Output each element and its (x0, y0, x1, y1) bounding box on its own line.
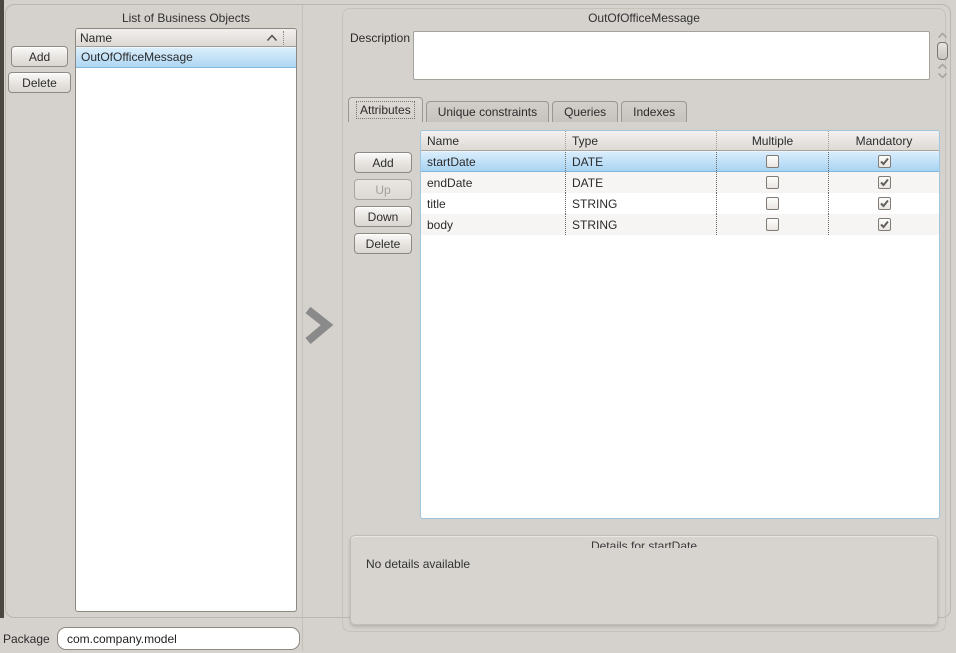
add-business-object-button[interactable]: Add (11, 46, 68, 67)
details-empty-message: No details available (366, 557, 470, 571)
attribute-name-cell: title (421, 193, 566, 214)
attribute-buttons: Add Up Down Delete (354, 152, 412, 254)
column-header-type[interactable]: Type (566, 131, 717, 150)
up-attribute-button[interactable]: Up (354, 179, 412, 200)
left-accent-strip (0, 0, 4, 618)
attributes-rows: startDateDATEendDateDATEtitleSTRINGbodyS… (421, 151, 939, 235)
attribute-type-cell: STRING (566, 214, 717, 235)
column-header-mandatory[interactable]: Mandatory (829, 131, 939, 150)
check-icon (879, 156, 890, 167)
header-separator (283, 31, 284, 45)
attribute-mandatory-cell (829, 172, 939, 193)
attribute-name-cell: body (421, 214, 566, 235)
attribute-row[interactable]: titleSTRING (421, 193, 939, 214)
attribute-mandatory-cell (829, 193, 939, 214)
down-attribute-button[interactable]: Down (354, 206, 412, 227)
business-objects-table-header[interactable]: Name (76, 29, 296, 47)
tab-label: Attributes (356, 101, 415, 119)
tab-indexes[interactable]: Indexes (621, 101, 687, 122)
attribute-row[interactable]: startDateDATE (421, 151, 939, 172)
check-icon (879, 219, 890, 230)
business-objects-table: Name OutOfOfficeMessage (75, 28, 297, 612)
attribute-type-cell: DATE (566, 172, 717, 193)
column-header-name[interactable]: Name (421, 131, 566, 150)
tab-label: Queries (560, 103, 610, 121)
tab-label: Unique constraints (434, 103, 541, 121)
business-object-editor: List of Business Objects Add Delete Name… (0, 0, 956, 653)
attribute-name-cell: endDate (421, 172, 566, 193)
mandatory-checkbox[interactable] (878, 197, 891, 210)
tab-queries[interactable]: Queries (552, 101, 618, 122)
attribute-multiple-cell (717, 152, 829, 171)
attributes-table: Name Type Multiple Mandatory startDateDA… (420, 130, 940, 519)
multiple-checkbox[interactable] (766, 197, 779, 210)
tab-label: Indexes (629, 103, 679, 121)
scrollbar-thumb[interactable] (937, 42, 948, 60)
package-input[interactable] (57, 627, 300, 650)
business-objects-rows: OutOfOfficeMessage (76, 47, 296, 68)
check-icon (879, 177, 890, 188)
delete-business-object-button[interactable]: Delete (8, 72, 71, 93)
attribute-multiple-cell (717, 193, 829, 214)
mandatory-checkbox[interactable] (878, 155, 891, 168)
attribute-type-cell: STRING (566, 193, 717, 214)
tab-unique-constraints[interactable]: Unique constraints (426, 101, 549, 122)
check-icon (879, 198, 890, 209)
multiple-checkbox[interactable] (766, 218, 779, 231)
attribute-multiple-cell (717, 214, 829, 235)
tab-attributes[interactable]: Attributes (348, 97, 423, 122)
attribute-type-cell: DATE (566, 152, 717, 171)
column-header-multiple[interactable]: Multiple (717, 131, 829, 150)
attribute-row[interactable]: bodySTRING (421, 214, 939, 235)
attribute-name-cell: startDate (421, 152, 566, 171)
add-attribute-button[interactable]: Add (354, 152, 412, 173)
sort-ascending-icon (266, 34, 278, 42)
transfer-arrow-icon (303, 304, 335, 348)
column-header-name[interactable]: Name (80, 31, 266, 45)
description-scrollbar[interactable] (934, 32, 951, 79)
scroll-up-icon[interactable] (937, 32, 948, 39)
details-panel-title: Details for startDate (351, 539, 937, 548)
multiple-checkbox[interactable] (766, 176, 779, 189)
attribute-mandatory-cell (829, 214, 939, 235)
attribute-row[interactable]: endDateDATE (421, 172, 939, 193)
business-objects-list-title: List of Business Objects (75, 11, 297, 25)
business-object-row[interactable]: OutOfOfficeMessage (76, 47, 296, 68)
attribute-multiple-cell (717, 172, 829, 193)
package-label: Package (3, 632, 50, 646)
delete-attribute-button[interactable]: Delete (354, 233, 412, 254)
details-panel: Details for startDate No details availab… (350, 535, 938, 625)
description-textarea[interactable] (413, 31, 930, 80)
scroll-step-down-icon[interactable] (937, 72, 948, 79)
business-object-name-title: OutOfOfficeMessage (342, 11, 946, 25)
multiple-checkbox[interactable] (766, 155, 779, 168)
description-label: Description (350, 31, 410, 45)
mandatory-checkbox[interactable] (878, 218, 891, 231)
attribute-mandatory-cell (829, 152, 939, 171)
scroll-step-up-icon[interactable] (937, 63, 948, 70)
mandatory-checkbox[interactable] (878, 176, 891, 189)
attributes-table-header: Name Type Multiple Mandatory (421, 131, 939, 151)
detail-tabs: Attributes Unique constraints Queries Index… (348, 97, 687, 122)
